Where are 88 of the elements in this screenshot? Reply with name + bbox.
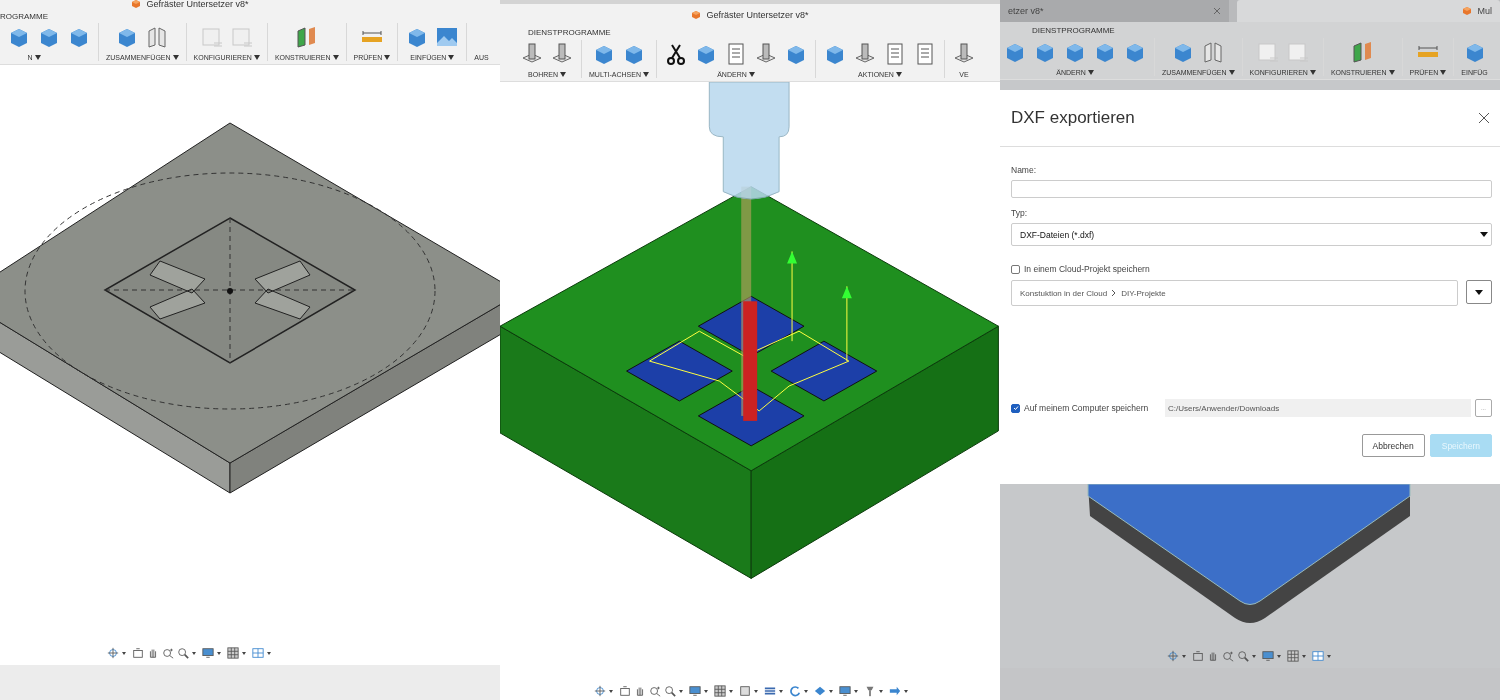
- zoom-icon[interactable]: [648, 685, 661, 697]
- caret-icon[interactable]: [643, 72, 649, 77]
- arrow-icon[interactable]: [888, 685, 901, 697]
- layout-icon[interactable]: [1311, 650, 1324, 662]
- frame-icon[interactable]: [618, 685, 631, 697]
- monitor-icon[interactable]: [688, 685, 701, 697]
- caret-icon[interactable]: [728, 689, 733, 693]
- document-tab[interactable]: etzer v8*: [1000, 0, 1230, 22]
- layers-icon[interactable]: [763, 685, 776, 697]
- caret-icon[interactable]: [191, 651, 196, 655]
- cube-icon: [691, 10, 702, 20]
- field-label: Name:: [1011, 165, 1038, 175]
- checkbox[interactable]: [1011, 403, 1020, 413]
- section-label: ROGRAMME: [0, 11, 48, 21]
- type-dropdown[interactable]: DXF-Dateien (*.dxf): [1011, 223, 1492, 246]
- checkbox-label: Auf meinem Computer speichern: [1024, 403, 1149, 413]
- grid-icon[interactable]: [713, 685, 726, 697]
- cancel-button[interactable]: Abbrechen: [1361, 434, 1425, 457]
- grid-icon[interactable]: [226, 647, 239, 659]
- monitor-icon[interactable]: [201, 647, 214, 659]
- caret-icon[interactable]: [332, 55, 339, 60]
- close-icon[interactable]: [1478, 112, 1490, 124]
- caret-icon[interactable]: [241, 651, 246, 655]
- dropdown-button[interactable]: [1466, 280, 1492, 304]
- zoom-icon[interactable]: [1221, 650, 1234, 662]
- magnifier-icon[interactable]: [1236, 650, 1249, 662]
- caret-icon[interactable]: [895, 72, 902, 77]
- grid-icon[interactable]: [1286, 650, 1299, 662]
- caret-icon[interactable]: [559, 72, 566, 77]
- caret-icon[interactable]: [748, 72, 755, 77]
- section-label: DIENSTPROGRAMME: [1032, 25, 1115, 35]
- field-label: Typ:: [1011, 208, 1029, 218]
- orbit-icon[interactable]: [106, 647, 119, 659]
- orbit-icon[interactable]: [593, 685, 606, 697]
- cube-icon: [1462, 6, 1473, 16]
- zoom-icon[interactable]: [161, 647, 174, 659]
- caret-icon[interactable]: [853, 689, 858, 693]
- magnifier-icon[interactable]: [176, 647, 189, 659]
- caret-icon[interactable]: [1440, 70, 1447, 75]
- monitor-icon[interactable]: [838, 685, 851, 697]
- scissors-icon[interactable]: [664, 42, 688, 66]
- caret-icon[interactable]: [753, 689, 758, 693]
- cube-icon: [131, 0, 142, 9]
- caret-icon[interactable]: [448, 55, 455, 60]
- document-tab[interactable]: Mul: [1237, 0, 1500, 22]
- checkbox-label: In einem Cloud-Projekt speichern: [1024, 264, 1150, 274]
- caret-icon[interactable]: [778, 689, 783, 693]
- caret-icon[interactable]: [803, 689, 808, 693]
- magnifier-icon[interactable]: [663, 685, 676, 697]
- caret-icon[interactable]: [703, 689, 708, 693]
- caret-icon[interactable]: [1326, 654, 1331, 658]
- frame-icon[interactable]: [1191, 650, 1204, 662]
- caret-icon[interactable]: [266, 651, 271, 655]
- caret-icon[interactable]: [1309, 70, 1316, 75]
- diamond-icon[interactable]: [813, 685, 826, 697]
- cloud-path-field[interactable]: Konstuktion in der Cloud DIY-Projekte: [1011, 280, 1458, 306]
- caret-icon[interactable]: [903, 689, 908, 693]
- caret-icon[interactable]: [1228, 70, 1235, 75]
- caret-icon[interactable]: [216, 651, 221, 655]
- caret-icon[interactable]: [384, 55, 391, 60]
- cube-icon[interactable]: [738, 685, 751, 697]
- caret-icon[interactable]: [1251, 654, 1256, 658]
- window-title: Gefräster Untersetzer v8*: [706, 10, 809, 20]
- caret-icon[interactable]: [1276, 654, 1281, 658]
- caret-icon[interactable]: [1181, 654, 1186, 658]
- dialog-title: DXF exportieren: [1011, 108, 1135, 128]
- monitor-icon[interactable]: [1261, 650, 1274, 662]
- caret-icon[interactable]: [608, 689, 613, 693]
- window-title: Gefräster Untersetzer v8*: [146, 0, 249, 9]
- checkbox[interactable]: [1011, 264, 1020, 274]
- chevron-icon: [1111, 289, 1118, 297]
- frame-icon[interactable]: [131, 647, 144, 659]
- caret-icon[interactable]: [1087, 70, 1094, 75]
- orbit-icon[interactable]: [1166, 650, 1179, 662]
- caret-icon[interactable]: [1388, 70, 1395, 75]
- caret-icon[interactable]: [121, 651, 126, 655]
- section-label: DIENSTPROGRAMME: [528, 27, 611, 37]
- caret-icon[interactable]: [253, 55, 260, 60]
- caret-icon[interactable]: [34, 55, 41, 60]
- caret-icon[interactable]: [172, 55, 179, 60]
- path-field[interactable]: C:/Users/Anwender/Downloads: [1165, 399, 1471, 417]
- caret-icon[interactable]: [1301, 654, 1306, 658]
- caret-icon[interactable]: [878, 689, 883, 693]
- caret-icon[interactable]: [678, 689, 683, 693]
- caret-icon[interactable]: [828, 689, 833, 693]
- image-icon[interactable]: [435, 25, 460, 49]
- name-field[interactable]: [1011, 180, 1492, 198]
- refresh-icon[interactable]: [788, 685, 801, 697]
